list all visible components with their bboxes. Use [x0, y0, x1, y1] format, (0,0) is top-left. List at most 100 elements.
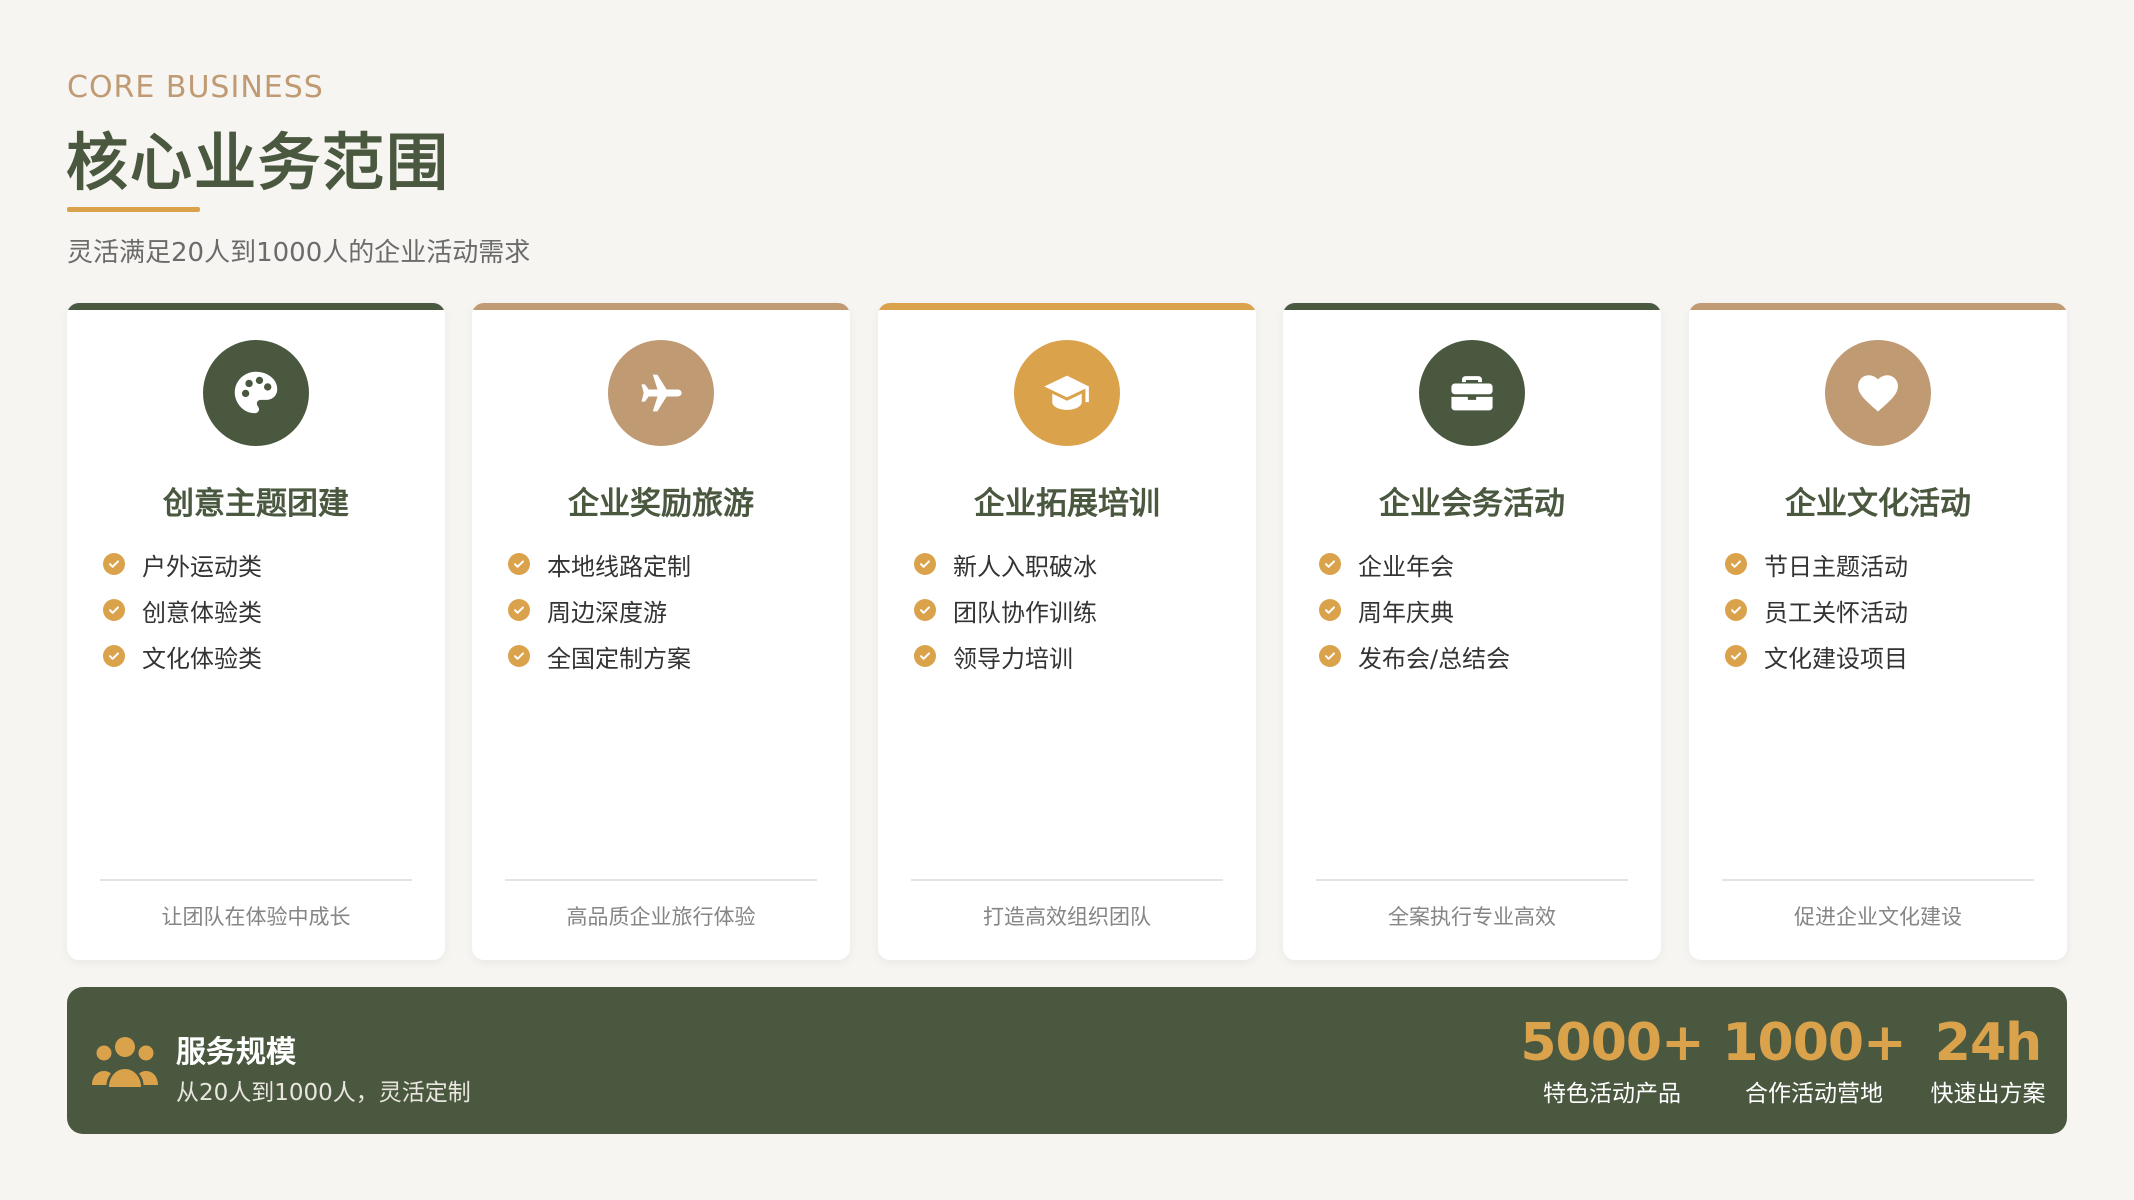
list-item: 创意体验类 [103, 587, 262, 633]
check-circle-icon [1725, 599, 1747, 621]
stat-value: 24h [1934, 1013, 2042, 1073]
check-circle-icon [1319, 553, 1341, 575]
card-footer-text: 打造高效组织团队 [983, 905, 1151, 929]
card-feature-list: 本地线路定制 周边深度游 全国定制方案 [508, 541, 691, 679]
card-divider [1316, 879, 1628, 881]
list-item-label: 本地线路定制 [547, 552, 691, 581]
card-footer-text: 促进企业文化建设 [1794, 905, 1962, 929]
check-circle-icon [103, 599, 125, 621]
card-accent-bar [1689, 303, 2067, 310]
card-title: 企业拓展培训 [974, 486, 1160, 522]
stat-label: 快速出方案 [1930, 1081, 2046, 1108]
card-title: 企业会务活动 [1379, 486, 1565, 522]
check-circle-icon [508, 645, 530, 667]
stat-value: 5000+ [1520, 1013, 1704, 1073]
business-cards: 创意主题团建 户外运动类 创意体验类 文化体验类 让团队在体验中成长 企业奖励旅… [67, 303, 2067, 960]
check-circle-icon [1319, 645, 1341, 667]
stat-turnaround: 24h 快速出方案 [1923, 1013, 2053, 1108]
business-card-outreach-training: 企业拓展培训 新人入职破冰 团队协作训练 领导力培训 打造高效组织团队 [878, 303, 1256, 960]
list-item: 全国定制方案 [508, 633, 691, 679]
card-icon-badge [608, 340, 714, 446]
title-underline [67, 207, 200, 212]
card-title: 创意主题团建 [163, 486, 349, 522]
list-item-label: 全国定制方案 [547, 644, 691, 673]
list-item: 发布会/总结会 [1319, 633, 1510, 679]
list-item-label: 领导力培训 [953, 644, 1073, 673]
list-item: 户外运动类 [103, 541, 262, 587]
list-item-label: 文化建设项目 [1764, 644, 1908, 673]
list-item-label: 文化体验类 [142, 644, 262, 673]
check-circle-icon [1725, 553, 1747, 575]
card-icon-badge [1014, 340, 1120, 446]
check-circle-icon [508, 599, 530, 621]
card-divider [911, 879, 1223, 881]
card-icon-badge [203, 340, 309, 446]
list-item: 文化建设项目 [1725, 633, 1908, 679]
card-feature-list: 企业年会 周年庆典 发布会/总结会 [1319, 541, 1510, 679]
card-divider [505, 879, 817, 881]
list-item-label: 创意体验类 [142, 598, 262, 627]
stat-camps: 1000+ 合作活动营地 [1719, 1013, 1909, 1108]
banner-subtitle: 从20人到1000人，灵活定制 [176, 1080, 471, 1106]
business-card-conference-events: 企业会务活动 企业年会 周年庆典 发布会/总结会 全案执行专业高效 [1283, 303, 1661, 960]
check-circle-icon [508, 553, 530, 575]
card-footer-text: 高品质企业旅行体验 [566, 905, 756, 929]
briefcase-icon [1451, 376, 1493, 411]
check-circle-icon [914, 599, 936, 621]
list-item: 周年庆典 [1319, 587, 1510, 633]
list-item-label: 发布会/总结会 [1358, 644, 1511, 673]
card-accent-bar [1283, 303, 1661, 310]
people-icon [92, 1037, 158, 1087]
list-item: 周边深度游 [508, 587, 691, 633]
list-item-label: 企业年会 [1358, 552, 1454, 581]
list-item: 领导力培训 [914, 633, 1097, 679]
check-circle-icon [103, 645, 125, 667]
card-accent-bar [67, 303, 445, 310]
list-item: 新人入职破冰 [914, 541, 1097, 587]
card-accent-bar [878, 303, 1256, 310]
list-item-label: 新人入职破冰 [953, 552, 1097, 581]
list-item: 节日主题活动 [1725, 541, 1908, 587]
card-title: 企业奖励旅游 [568, 486, 754, 522]
page-title: 核心业务范围 [66, 126, 451, 199]
card-icon-badge [1419, 340, 1525, 446]
list-item-label: 节日主题活动 [1764, 552, 1908, 581]
banner-title: 服务规模 [176, 1035, 296, 1070]
card-feature-list: 新人入职破冰 团队协作训练 领导力培训 [914, 541, 1097, 679]
card-accent-bar [472, 303, 850, 310]
card-title: 企业文化活动 [1785, 486, 1971, 522]
list-item: 企业年会 [1319, 541, 1510, 587]
list-item-label: 周年庆典 [1358, 598, 1454, 627]
card-feature-list: 户外运动类 创意体验类 文化体验类 [103, 541, 262, 679]
business-card-culture-events: 企业文化活动 节日主题活动 员工关怀活动 文化建设项目 促进企业文化建设 [1689, 303, 2067, 960]
stat-products: 5000+ 特色活动产品 [1517, 1013, 1707, 1108]
card-icon-badge [1825, 340, 1931, 446]
service-scale-banner: 服务规模 从20人到1000人，灵活定制 5000+ 特色活动产品 1000+ … [67, 987, 2067, 1134]
list-item-label: 员工关怀活动 [1764, 598, 1908, 627]
business-card-creative-teambuilding: 创意主题团建 户外运动类 创意体验类 文化体验类 让团队在体验中成长 [67, 303, 445, 960]
check-circle-icon [1725, 645, 1747, 667]
card-divider [100, 879, 412, 881]
stat-value: 1000+ [1722, 1013, 1906, 1073]
card-footer-text: 全案执行专业高效 [1388, 905, 1556, 929]
card-feature-list: 节日主题活动 员工关怀活动 文化建设项目 [1725, 541, 1908, 679]
page: CORE BUSINESS 核心业务范围 灵活满足20人到1000人的企业活动需… [0, 0, 2134, 1200]
eyebrow-label: CORE BUSINESS [67, 70, 324, 105]
list-item: 本地线路定制 [508, 541, 691, 587]
list-item: 文化体验类 [103, 633, 262, 679]
check-circle-icon [914, 553, 936, 575]
card-divider [1722, 879, 2034, 881]
list-item: 员工关怀活动 [1725, 587, 1908, 633]
palette-icon [234, 371, 278, 414]
stat-label: 特色活动产品 [1543, 1081, 1681, 1108]
stat-label: 合作活动营地 [1745, 1081, 1883, 1108]
card-footer-text: 让团队在体验中成长 [161, 905, 351, 929]
list-item-label: 周边深度游 [547, 598, 667, 627]
list-item-label: 团队协作训练 [953, 598, 1097, 627]
heart-icon [1858, 375, 1898, 412]
airplane-icon [641, 374, 682, 412]
page-subtitle: 灵活满足20人到1000人的企业活动需求 [67, 238, 531, 268]
check-circle-icon [103, 553, 125, 575]
check-circle-icon [914, 645, 936, 667]
list-item: 团队协作训练 [914, 587, 1097, 633]
